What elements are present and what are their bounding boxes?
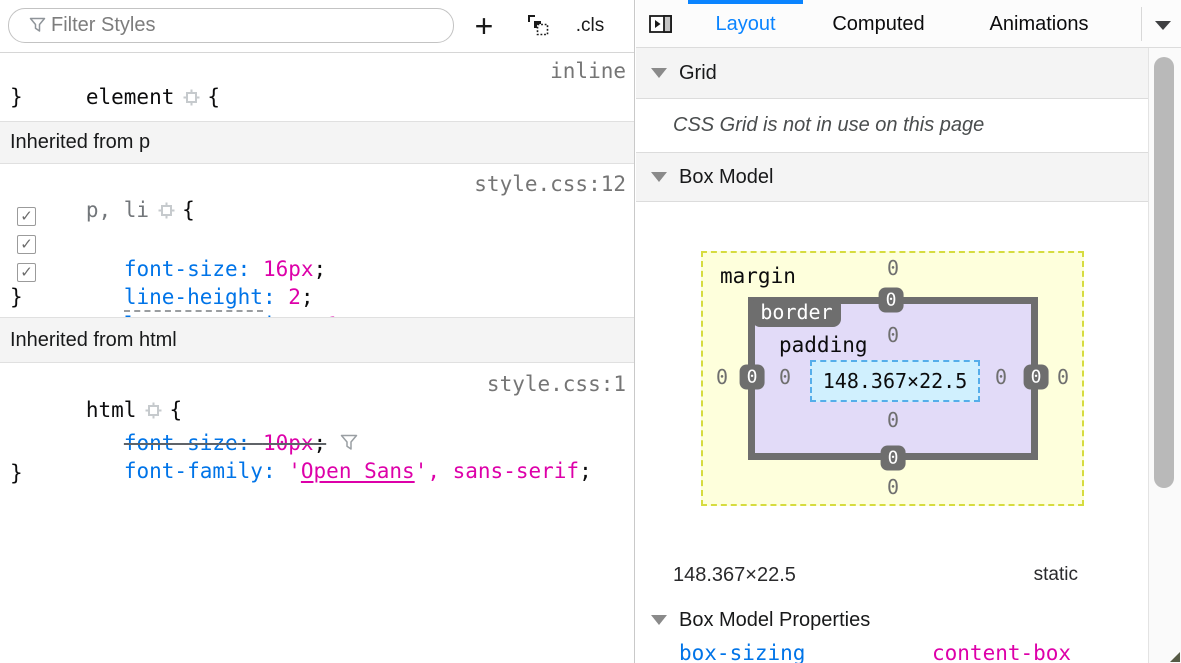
close-brace: } <box>10 460 23 486</box>
tabbar-separator <box>1141 7 1142 41</box>
layout-pane: Layout Computed Animations Grid CSS Grid… <box>636 0 1181 663</box>
box-model-content-region[interactable]: 148.367×22.5 <box>810 360 980 402</box>
inherited-from-html-label: Inherited from html <box>10 329 177 352</box>
border-bottom-value[interactable]: 0 <box>881 446 906 471</box>
grid-not-in-use-message: CSS Grid is not in use on this page <box>673 114 984 137</box>
border-top-value[interactable]: 0 <box>879 288 904 313</box>
property-value: content-box <box>932 641 1071 663</box>
margin-label: margin <box>720 264 796 288</box>
close-brace: } <box>10 284 23 310</box>
inherited-from-html-header: Inherited from html <box>0 317 634 363</box>
filter-funnel-icon <box>29 17 46 38</box>
check-icon: ✓ <box>20 260 33 286</box>
close-brace: } <box>10 84 23 110</box>
element-selector: element <box>86 85 175 109</box>
declaration-font-family[interactable]: font-family: 'Open Sans', sans-serif; <box>48 432 592 510</box>
tab-layout[interactable]: Layout <box>688 0 803 48</box>
property-name: box-sizing <box>679 641 805 663</box>
declaration-checkbox[interactable]: ✓ <box>17 263 36 282</box>
padding-bottom-value[interactable]: 0 <box>887 408 899 432</box>
quote: ' <box>415 459 428 483</box>
border-left-value[interactable]: 0 <box>740 365 765 390</box>
all-tabs-dropdown-arrow-icon[interactable] <box>1155 21 1171 30</box>
scrollbar-track[interactable] <box>1148 48 1181 663</box>
grid-section-title: Grid <box>679 62 717 85</box>
check-icon: ✓ <box>20 232 33 258</box>
element-picker-target-icon[interactable] <box>183 86 200 112</box>
rules-pane: + .cls element { inline } Inherited from … <box>0 0 635 663</box>
border-label: border <box>752 297 841 327</box>
sidebar-tabbar: Layout Computed Animations <box>636 0 1181 48</box>
source-link-style-css-1[interactable]: style.css:1 <box>487 371 626 397</box>
element-position: static <box>1034 564 1078 586</box>
box-model-section-header[interactable]: Box Model <box>636 153 1148 202</box>
grid-section-header[interactable]: Grid <box>636 48 1148 99</box>
edit-classes-button[interactable]: .cls <box>566 8 614 44</box>
disclosure-triangle-icon[interactable] <box>651 172 667 182</box>
font-name-used[interactable]: Open Sans <box>301 459 415 483</box>
disclosure-triangle-icon[interactable] <box>651 68 667 78</box>
disclosure-triangle-icon[interactable] <box>651 615 667 625</box>
declaration-checkbox[interactable]: ✓ <box>17 235 36 254</box>
scrollbar-thumb[interactable] <box>1154 57 1174 488</box>
declaration-checkbox[interactable]: ✓ <box>17 207 36 226</box>
margin-right-value[interactable]: 0 <box>1057 365 1069 389</box>
box-model-diagram: margin border padding 148.367×22.5 0 0 0… <box>636 202 1148 545</box>
box-model-properties-title: Box Model Properties <box>679 609 870 632</box>
box-model-section-title: Box Model <box>679 166 774 189</box>
add-rule-button[interactable]: + <box>464 6 504 46</box>
box-model-margin-region[interactable]: margin border padding 148.367×22.5 0 0 0… <box>701 251 1084 506</box>
border-right-value[interactable]: 0 <box>1024 365 1049 390</box>
sidebar-toggle-button[interactable] <box>649 15 672 38</box>
margin-left-value[interactable]: 0 <box>716 365 728 389</box>
box-model-properties-header[interactable]: Box Model Properties <box>636 600 1148 640</box>
element-dimensions: 148.367×22.5 <box>673 564 796 587</box>
colon: : <box>263 459 288 483</box>
grid-message-row: CSS Grid is not in use on this page <box>636 99 1148 153</box>
box-model-property-row: box-sizing content-box <box>636 641 1148 663</box>
inherited-from-p-header: Inherited from p <box>0 121 634 164</box>
pseudo-class-panel-button[interactable] <box>518 12 558 42</box>
padding-right-value[interactable]: 0 <box>995 365 1007 389</box>
open-brace: { <box>207 85 220 109</box>
semicolon: ; <box>579 459 592 483</box>
tab-animations[interactable]: Animations <box>974 0 1104 48</box>
padding-label: padding <box>779 333 868 357</box>
padding-top-value[interactable]: 0 <box>887 323 899 347</box>
filter-styles-box <box>8 8 454 43</box>
margin-bottom-value[interactable]: 0 <box>887 475 899 499</box>
padding-left-value[interactable]: 0 <box>779 365 791 389</box>
box-model-summary-row: 148.367×22.5 static <box>636 556 1148 600</box>
quote: ' <box>288 459 301 483</box>
rules-toolbar: + .cls <box>0 0 634 53</box>
tab-computed[interactable]: Computed <box>816 0 941 48</box>
inherited-from-p-label: Inherited from p <box>10 131 150 154</box>
cascade-rectangles-icon <box>526 13 550 42</box>
property-name[interactable]: font-family <box>124 459 263 483</box>
flow-badge: inline <box>550 58 626 84</box>
devtools-inspector: + .cls element { inline } Inherited from … <box>0 0 1181 663</box>
font-fallback[interactable]: , sans-serif <box>427 459 579 483</box>
source-link-style-css-12[interactable]: style.css:12 <box>474 171 626 197</box>
filter-styles-input[interactable] <box>8 8 454 43</box>
resize-grip[interactable] <box>1170 652 1180 662</box>
check-icon: ✓ <box>20 204 33 230</box>
margin-top-value[interactable]: 0 <box>887 256 899 280</box>
